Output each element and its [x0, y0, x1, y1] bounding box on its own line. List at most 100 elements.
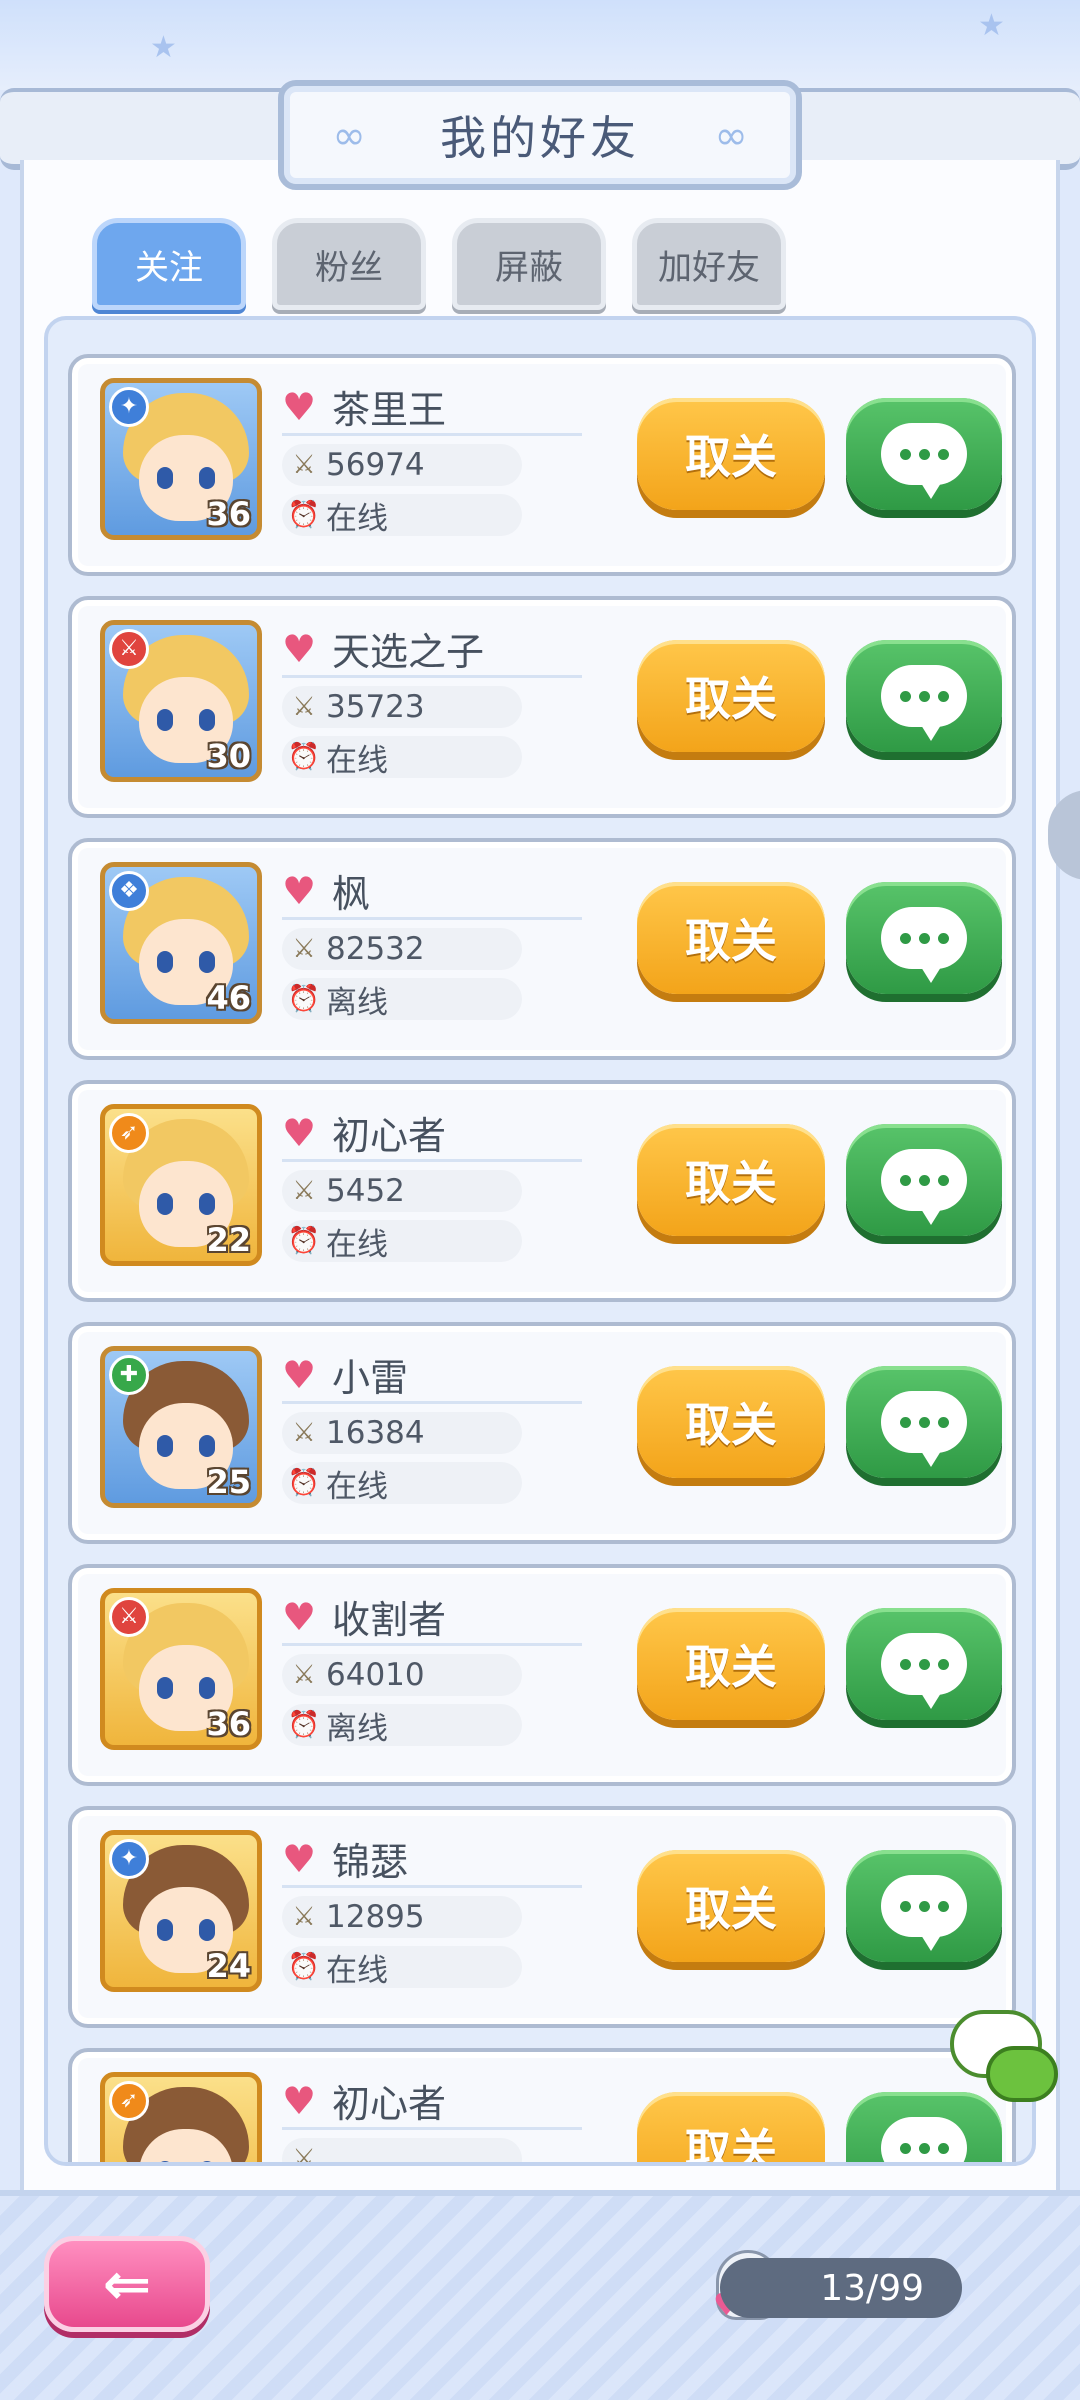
friend-name-line: ♥ 初心者	[282, 2074, 582, 2130]
power-stat: ⚔ 16384	[282, 1412, 522, 1454]
bubble-tail	[921, 1209, 941, 1225]
friend-row: ➶ 22 ♥ 初心者 ⚔ 5452 ⏰ 在线 取关	[68, 1080, 1016, 1302]
friend-name: 收割者	[332, 1598, 447, 1642]
friend-avatar[interactable]: ⚔ 36	[100, 1588, 262, 1750]
friend-row: ✦ 24 ♥ 锦瑟 ⚔ 12895 ⏰ 在线 取关	[68, 1806, 1016, 2028]
status-stat: ⏰ 在线	[282, 494, 522, 537]
unfollow-button[interactable]: 取关	[637, 1366, 825, 1478]
unfollow-button[interactable]: 取关	[637, 398, 825, 510]
friend-list[interactable]: ✦ 36 ♥ 茶里王 ⚔ 56974 ⏰ 在线 取关 ⚔ 30 ♥ 天选之子 ⚔…	[44, 316, 1036, 2166]
power-stat: ⚔ 12895	[282, 1896, 522, 1938]
friend-avatar[interactable]: ➶ 22	[100, 1104, 262, 1266]
tab-blocked[interactable]: 屏蔽	[452, 218, 606, 310]
friend-name: 茶里王	[332, 388, 447, 432]
power-stat: ⚔ 35723	[282, 686, 522, 728]
chat-bubble-icon	[881, 1149, 967, 1225]
friend-info: ♥ 天选之子 ⚔ 35723 ⏰ 在线	[282, 622, 582, 779]
friend-avatar[interactable]: ➶	[100, 2072, 262, 2162]
chat-bubble-icon	[881, 423, 967, 499]
chat-bubble-icon	[881, 1633, 967, 1709]
tab-bar: 关注 粉丝 屏蔽 加好友	[92, 218, 786, 314]
friend-info: ♥ 初心者 ⚔ 5452 ⏰ 在线	[282, 1106, 582, 1263]
unfollow-button[interactable]: 取关	[637, 2092, 825, 2162]
tab-fans[interactable]: 粉丝	[272, 218, 426, 310]
power-stat: ⚔ 82532	[282, 928, 522, 970]
back-button[interactable]: ⇐	[44, 2236, 210, 2332]
page-title: 我的好友	[440, 111, 640, 165]
crossed-swords-icon: ⚔	[292, 1418, 316, 1448]
unfollow-button[interactable]: 取关	[637, 640, 825, 752]
friend-avatar[interactable]: ✚ 25	[100, 1346, 262, 1508]
friend-avatar[interactable]: ❖ 46	[100, 862, 262, 1024]
dot	[937, 690, 949, 702]
friend-count-value: 13/99	[820, 2267, 924, 2309]
dot	[918, 1658, 930, 1670]
bubble-tail	[921, 483, 941, 499]
star-icon: ★	[978, 8, 1005, 43]
dot	[918, 690, 930, 702]
chat-button[interactable]	[846, 1608, 1002, 1720]
broken-heart-icon: ♥	[282, 1594, 317, 1639]
dot	[937, 1900, 949, 1912]
friend-power: 56974	[326, 447, 425, 483]
dot	[899, 1658, 911, 1670]
bubble-tail	[921, 725, 941, 741]
friend-rows: ✦ 36 ♥ 茶里王 ⚔ 56974 ⏰ 在线 取关 ⚔ 30 ♥ 天选之子 ⚔…	[68, 354, 1016, 2162]
friend-name: 枫	[332, 872, 371, 916]
unfollow-button[interactable]: 取关	[637, 882, 825, 994]
friend-avatar[interactable]: ⚔ 30	[100, 620, 262, 782]
back-arrow-icon: ⇐	[102, 2250, 152, 2318]
avatar-eye	[157, 951, 173, 973]
friend-name-line: ♥ 收割者	[282, 1590, 582, 1646]
friend-avatar[interactable]: ✦ 24	[100, 1830, 262, 1992]
dot	[899, 1416, 911, 1428]
chat-button[interactable]	[846, 882, 1002, 994]
chat-button[interactable]	[846, 1850, 1002, 1962]
unfollow-button[interactable]: 取关	[637, 1124, 825, 1236]
chat-bubble-icon	[881, 1875, 967, 1951]
dot	[899, 2142, 911, 2154]
friend-name: 小雷	[332, 1356, 409, 1400]
chat-button[interactable]	[846, 398, 1002, 510]
clock-icon: ⏰	[287, 1226, 321, 1256]
friend-status: 在线	[326, 1226, 388, 1263]
friend-name-line: ♥ 茶里王	[282, 380, 582, 436]
friend-status: 在线	[326, 1952, 388, 1989]
bow-icon: ➶	[109, 2081, 149, 2121]
friend-status: 离线	[326, 1710, 388, 1747]
floating-chat-icon[interactable]	[950, 2010, 1060, 2110]
broken-heart-icon: ♥	[282, 2078, 317, 2123]
dot	[937, 2142, 949, 2154]
friend-level: 25	[206, 1463, 251, 1501]
unfollow-button[interactable]: 取关	[637, 1608, 825, 1720]
clock-icon: ⏰	[287, 500, 321, 530]
crossed-swords-icon: ⚔	[292, 450, 316, 480]
friend-power: 64010	[326, 1657, 425, 1693]
dot	[918, 448, 930, 460]
broken-heart-icon: ♥	[282, 384, 317, 429]
tab-following[interactable]: 关注	[92, 218, 246, 310]
dot	[918, 1174, 930, 1186]
broken-heart-icon: ♥	[282, 1110, 317, 1155]
dot	[899, 690, 911, 702]
clock-icon: ⏰	[287, 1710, 321, 1740]
tab-add-friend[interactable]: 加好友	[632, 218, 786, 310]
chat-bubble-icon	[881, 907, 967, 983]
friend-name-line: ♥ 锦瑟	[282, 1832, 582, 1888]
heal-icon: ✚	[109, 1355, 149, 1395]
knot-ornament-icon: ∞	[332, 113, 366, 159]
chat-button[interactable]	[846, 640, 1002, 752]
avatar-eye	[157, 709, 173, 731]
mage-icon: ✦	[109, 1839, 149, 1879]
friend-name-line: ♥ 天选之子	[282, 622, 582, 678]
avatar-eye	[157, 1435, 173, 1457]
friend-avatar[interactable]: ✦ 36	[100, 378, 262, 540]
unfollow-button[interactable]: 取关	[637, 1850, 825, 1962]
friend-name: 锦瑟	[332, 1840, 409, 1884]
chat-button[interactable]	[846, 1124, 1002, 1236]
friend-info: ♥ 枫 ⚔ 82532 ⏰ 离线	[282, 864, 582, 1021]
friend-level: 36	[206, 1705, 251, 1743]
chat-button[interactable]	[846, 1366, 1002, 1478]
avatar-eye	[199, 951, 215, 973]
broken-heart-icon: ♥	[282, 1836, 317, 1881]
